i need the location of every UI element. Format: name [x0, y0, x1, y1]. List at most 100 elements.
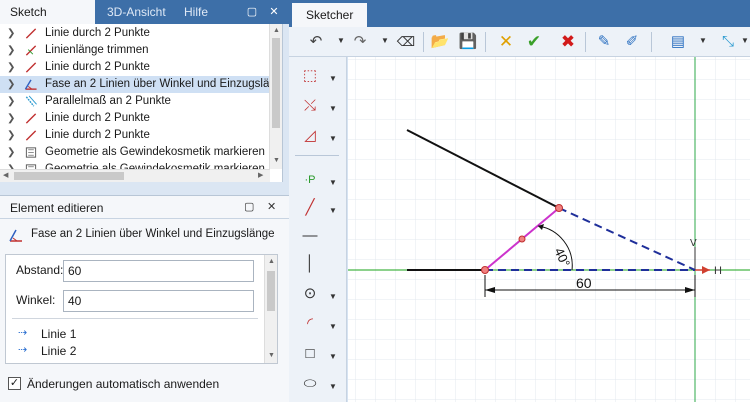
undo-icon[interactable]: ↶: [305, 31, 327, 53]
tab-hilfe[interactable]: Hilfe: [174, 0, 218, 24]
tab-3d-ansicht[interactable]: 3D-Ansicht: [97, 0, 176, 24]
reference-linie-2[interactable]: Linie 2: [41, 344, 76, 358]
move-point-icon[interactable]: ⬚: [299, 65, 321, 87]
history-item-label: Linienlänge trimmen: [45, 44, 149, 56]
history-horizontal-scrollbar[interactable]: ◀ ▶: [0, 169, 270, 182]
redo-dropdown-icon[interactable]: ▼: [381, 36, 389, 45]
dropdown-icon[interactable]: ▼: [329, 104, 337, 113]
axis-v-label: V: [690, 238, 697, 249]
expand-chevron-icon[interactable]: ❯: [7, 127, 15, 144]
close-icon[interactable]: ✕: [267, 5, 281, 19]
dropdown-icon[interactable]: ▼: [329, 322, 337, 331]
parallel-dimension-icon: [25, 95, 37, 107]
left-pane: Sketch Historie 3D-Ansicht Hilfe ▢ ✕ ❯ Li…: [0, 0, 289, 402]
chamfer-icon: [24, 79, 37, 90]
history-item-label: Fase an 2 Linien über Winkel und Einzugs…: [45, 78, 283, 90]
history-item[interactable]: ❯ Linie durch 2 Punkte: [0, 59, 270, 76]
vertical-line-icon[interactable]: │: [299, 253, 321, 275]
abstand-label: Abstand:: [16, 263, 64, 277]
sketcher-toolbar: ↶ ▼ ↷ ▼ ⌫ 📂 💾 ✕ ✔ ✖ ✎ ✐ ▤ ▼ ⤡ ▼: [289, 27, 750, 57]
tab-sketcher[interactable]: Sketcher: [292, 3, 368, 27]
right-pane: Sketcher ↶ ▼ ↷ ▼ ⌫ 📂 💾 ✕ ✔ ✖ ✎ ✐ ▤ ▼ ⤡ ▼…: [289, 0, 750, 402]
cancel-yellow-x-icon[interactable]: ✕: [495, 31, 517, 53]
dropdown-icon[interactable]: ▼: [329, 134, 337, 143]
point-icon[interactable]: ·P: [299, 169, 321, 191]
length-dimension-text[interactable]: 60: [576, 275, 592, 291]
horizontal-line-icon[interactable]: —: [299, 225, 321, 247]
arc-icon[interactable]: ◜: [299, 313, 321, 335]
history-item[interactable]: ❯ Linie durch 2 Punkte: [0, 110, 270, 127]
edit-form: Abstand: 60 Winkel: 40 ⇢ Linie 1 ⇢ Linie…: [5, 254, 278, 364]
history-item[interactable]: ❯ Linie durch 2 Punkte: [0, 127, 270, 144]
edit-panel: Fase an 2 Linien über Winkel und Einzugs…: [0, 219, 289, 402]
float-window-icon[interactable]: ▢: [245, 5, 259, 19]
thread-cosmetic-icon: [25, 147, 37, 158]
layers-icon[interactable]: ▤: [667, 31, 689, 53]
history-item[interactable]: ❯ Geometrie als Gewindekosmetik markieren: [0, 144, 270, 161]
constraint-icon[interactable]: ⤡: [717, 31, 739, 53]
eraser-icon[interactable]: ✎: [593, 31, 615, 53]
chamfer-icon: [9, 229, 22, 242]
dropdown-icon[interactable]: ▼: [329, 74, 337, 83]
dropdown-icon[interactable]: ▼: [329, 352, 337, 361]
layers-dropdown-icon[interactable]: ▼: [699, 36, 707, 45]
close-red-icon[interactable]: ✖: [557, 31, 579, 53]
rectangle-icon[interactable]: □: [299, 343, 321, 365]
expand-chevron-icon[interactable]: ❯: [7, 144, 15, 161]
delete-back-icon[interactable]: ⌫: [395, 31, 417, 53]
abstand-input[interactable]: 60: [63, 260, 254, 282]
sketch-point[interactable]: [555, 204, 563, 212]
line-reference-icon: ⇢: [18, 344, 28, 356]
close-icon[interactable]: ✕: [267, 200, 276, 213]
tab-sketch-historie[interactable]: Sketch Historie: [0, 0, 95, 43]
history-tree: ❯ Linie durch 2 Punkte ❯ Linienlänge trimme…: [0, 24, 283, 182]
edit-panel-header: Element editieren ▢ ✕: [0, 195, 289, 219]
expand-chevron-icon[interactable]: ❯: [7, 42, 15, 59]
dropdown-icon[interactable]: ▼: [329, 206, 337, 215]
extend-line-icon[interactable]: ⤯: [299, 95, 321, 117]
history-item[interactable]: ❯ Fase an 2 Linien über Winkel und Einzug…: [0, 76, 282, 93]
history-item-label: Linie durch 2 Punkte: [45, 61, 150, 73]
midpoint[interactable]: [518, 235, 526, 243]
line-reference-icon: ⇢: [18, 327, 28, 339]
sketch-point[interactable]: [481, 266, 489, 274]
save-icon[interactable]: 💾: [457, 31, 479, 53]
expand-chevron-icon[interactable]: ❯: [7, 110, 15, 127]
chamfer-tool-icon[interactable]: ◿: [299, 125, 321, 147]
scrollbar-thumb[interactable]: [14, 172, 124, 180]
expand-chevron-icon[interactable]: ❯: [7, 25, 15, 42]
constraint-dropdown-icon[interactable]: ▼: [741, 36, 749, 45]
undo-dropdown-icon[interactable]: ▼: [337, 36, 345, 45]
expand-chevron-icon[interactable]: ❯: [7, 93, 15, 110]
dropdown-icon[interactable]: ▼: [329, 382, 337, 391]
scrollbar-thumb[interactable]: [267, 271, 275, 311]
ellipse-icon[interactable]: ⬭: [299, 373, 321, 395]
eraser-all-icon[interactable]: ✐: [621, 31, 643, 53]
divider: [12, 318, 258, 319]
history-vertical-scrollbar[interactable]: ▲ ▼: [269, 24, 282, 169]
open-folder-icon[interactable]: 📂: [429, 31, 451, 53]
history-item[interactable]: ❯ Linienlänge trimmen: [0, 42, 270, 59]
checkmark-icon[interactable]: ✔: [523, 31, 545, 53]
left-tab-bar: Sketch Historie 3D-Ansicht Hilfe ▢ ✕: [0, 0, 289, 43]
line-tool-icon[interactable]: ╱: [299, 197, 321, 219]
expand-chevron-icon[interactable]: ❯: [7, 76, 15, 93]
history-item[interactable]: ❯ Linie durch 2 Punkte: [0, 25, 270, 42]
history-item-label: Linie durch 2 Punkte: [45, 129, 150, 141]
float-window-icon[interactable]: ▢: [244, 200, 254, 213]
circle-icon[interactable]: ⊙: [299, 283, 321, 305]
history-item-label: Geometrie als Gewindekosmetik markieren: [45, 146, 265, 158]
winkel-input[interactable]: 40: [63, 290, 254, 312]
auto-apply-checkbox[interactable]: ✓: [8, 377, 21, 390]
expand-chevron-icon[interactable]: ❯: [7, 59, 15, 76]
redo-icon[interactable]: ↷: [349, 31, 371, 53]
drawing-tools: ⬚ ▼ ⤯ ▼ ◿ ▼ ·P ▼ ╱ ▼ — │ ⊙ ▼ ◜ ▼ □ ▼ ⬭ ▼: [289, 57, 347, 402]
sketch-canvas[interactable]: H V 40° 60: [348, 57, 750, 402]
form-scrollbar[interactable]: ▲ ▼: [264, 255, 277, 363]
sketch-drawing[interactable]: H V 40° 60: [348, 57, 750, 402]
dropdown-icon[interactable]: ▼: [329, 178, 337, 187]
scrollbar-thumb[interactable]: [272, 38, 280, 128]
reference-linie-1[interactable]: Linie 1: [41, 327, 76, 341]
history-item[interactable]: ❯ Parallelmaß an 2 Punkte: [0, 93, 270, 110]
dropdown-icon[interactable]: ▼: [329, 292, 337, 301]
